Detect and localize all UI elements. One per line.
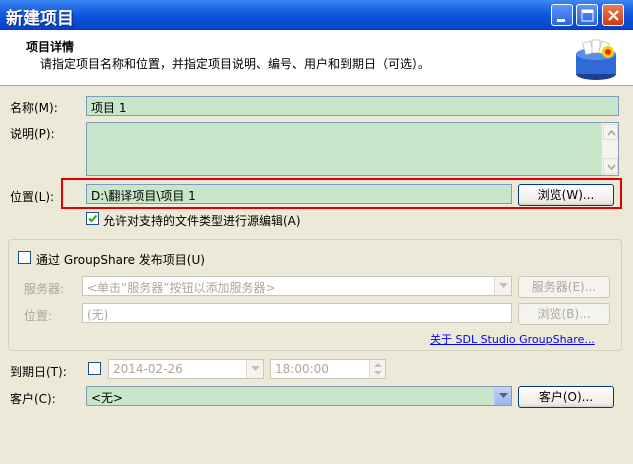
scroll-up-button[interactable]: [603, 124, 618, 140]
gs-browse-button[interactable]: 浏览(B)...: [518, 303, 610, 325]
window-title: 新建项目: [6, 9, 74, 29]
highlight-box: [61, 178, 622, 209]
customer-combo[interactable]: <无>: [86, 386, 512, 406]
time-spinner[interactable]: [369, 360, 385, 378]
close-icon: [608, 10, 619, 21]
title-bar[interactable]: 新建项目: [0, 0, 633, 30]
name-field[interactable]: 项目 1: [86, 96, 619, 116]
groupshare-checkbox[interactable]: [18, 251, 31, 264]
header-panel: 项目详情 请指定项目名称和位置，并指定项目说明、编号、用户和到期日（可选）。: [0, 30, 633, 86]
name-label: 名称(M):: [10, 101, 58, 115]
description-field[interactable]: [86, 122, 619, 176]
new-project-dialog: 新建项目 项目详情 请指定项目名称和位置，并指定项目说明、编号、用户和到期日（可…: [0, 0, 633, 464]
customer-label: 客户(C):: [10, 392, 56, 406]
server-combo-text: <单击“服务器”按钮以添加服务器>: [87, 281, 276, 295]
due-date-checkbox[interactable]: [88, 362, 101, 375]
scroll-down-button[interactable]: [603, 158, 618, 174]
server-label: 服务器:: [24, 282, 65, 296]
gs-location-label: 位置:: [24, 309, 53, 323]
header-title: 项目详情: [26, 40, 75, 54]
chevron-down-icon: [607, 164, 616, 171]
due-date-picker[interactable]: 2014-02-26: [108, 359, 264, 379]
maximize-button[interactable]: [576, 4, 598, 26]
server-button[interactable]: 服务器(E)...: [518, 276, 610, 298]
source-edit-checkbox[interactable]: [86, 212, 99, 225]
date-dropdown-button[interactable]: [246, 360, 263, 378]
header-subtitle: 请指定项目名称和位置，并指定项目说明、编号、用户和到期日（可选）。: [40, 57, 431, 71]
customer-dropdown-button[interactable]: [494, 387, 511, 405]
customer-combo-text: <无>: [91, 391, 124, 405]
chevron-down-icon: [251, 366, 260, 371]
minimize-button[interactable]: [551, 4, 573, 26]
location-label: 位置(L):: [10, 190, 55, 204]
chevron-up-icon: [607, 129, 616, 136]
server-dropdown-button[interactable]: [494, 277, 511, 295]
groupshare-about-link[interactable]: 关于 SDL Studio GroupShare...: [430, 331, 595, 347]
due-time-picker[interactable]: 18:00:00: [270, 359, 386, 379]
groupshare-label: 通过 GroupShare 发布项目(U): [36, 253, 205, 267]
maximize-icon: [581, 9, 594, 22]
minimize-icon: [557, 19, 565, 22]
server-combo[interactable]: <单击“服务器”按钮以添加服务器>: [82, 276, 512, 296]
due-date-value: 2014-02-26: [113, 362, 183, 376]
gs-location-field[interactable]: (无): [82, 303, 512, 323]
due-date-label: 到期日(T):: [10, 365, 67, 379]
description-scrollbar[interactable]: [601, 123, 618, 175]
spinner-arrows-icon: [374, 363, 382, 375]
project-box-icon: [576, 39, 616, 80]
customer-button[interactable]: 客户(O)...: [518, 386, 614, 408]
description-label: 说明(P):: [10, 127, 55, 141]
source-edit-label: 允许对支持的文件类型进行源编辑(A): [103, 214, 301, 228]
due-time-value: 18:00:00: [275, 362, 329, 376]
chevron-down-icon: [499, 283, 508, 288]
checkmark-icon: [88, 214, 98, 223]
chevron-down-icon: [499, 393, 508, 398]
close-button[interactable]: [602, 4, 624, 26]
